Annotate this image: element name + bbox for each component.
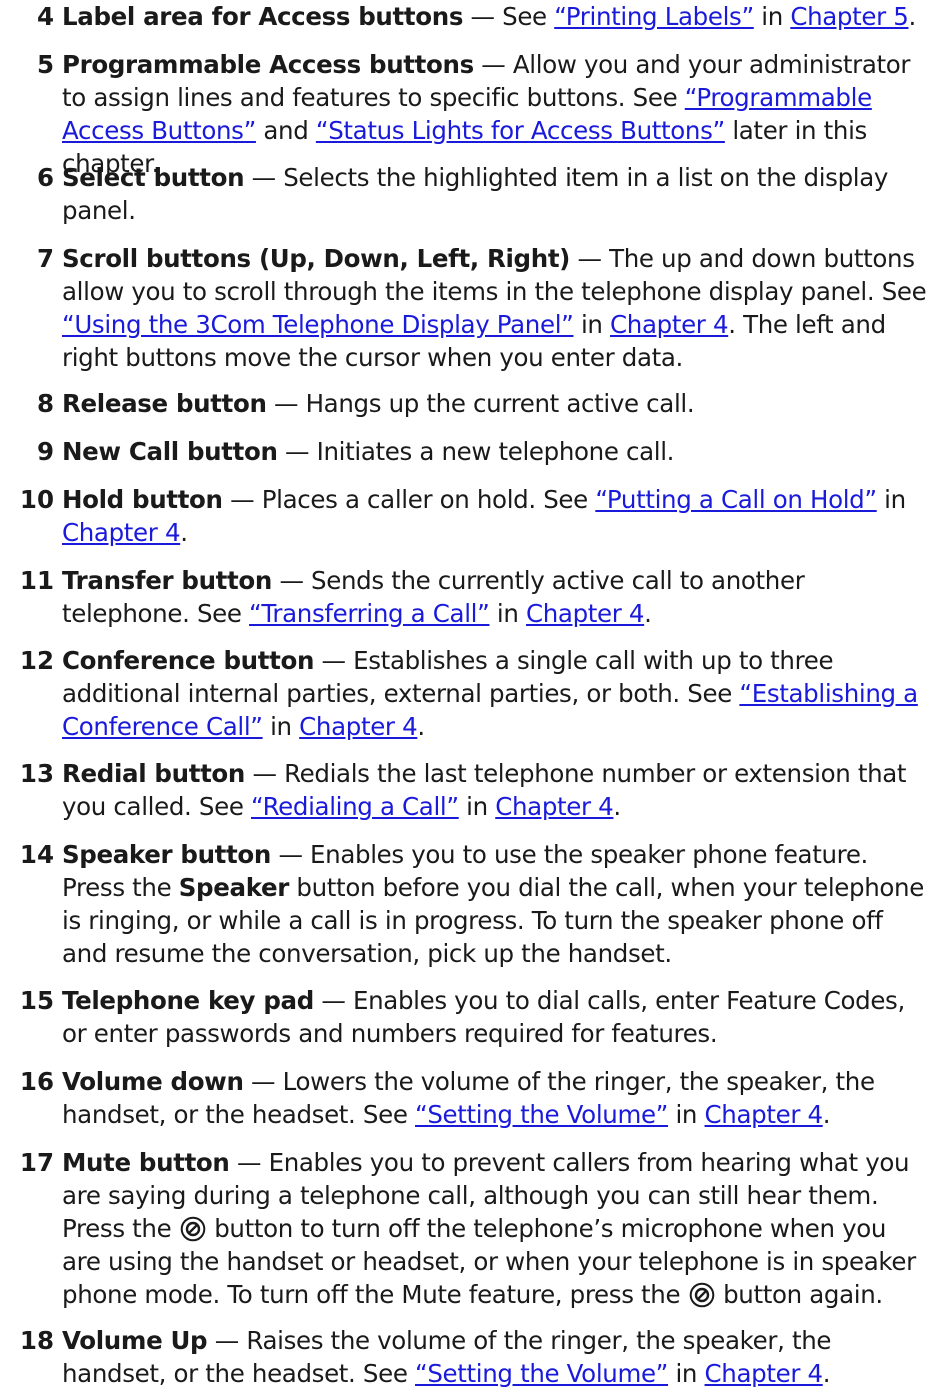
item-text: . xyxy=(644,599,652,628)
link-chapter-4[interactable]: Chapter 4 xyxy=(610,310,729,339)
em-dash: — xyxy=(274,389,299,418)
item-body: Volume Up — Raises the volume of the rin… xyxy=(62,1324,931,1390)
link-transferring-a-call[interactable]: “Transferring a Call” xyxy=(249,599,490,628)
item-number: 18 xyxy=(19,1326,54,1355)
item-text: Places a caller on hold. See xyxy=(261,485,596,514)
em-dash: — xyxy=(278,840,303,869)
em-dash: — xyxy=(279,566,304,595)
item-body: Speaker button — Enables you to use the … xyxy=(62,838,931,970)
em-dash: — xyxy=(481,50,506,79)
em-dash: — xyxy=(230,485,255,514)
item-body: New Call button — Initiates a new teleph… xyxy=(62,435,931,468)
item-body: Mute button — Enables you to prevent cal… xyxy=(62,1146,931,1311)
item-text: in xyxy=(489,599,526,628)
item-body: Transfer button — Sends the currently ac… xyxy=(62,564,931,630)
item-text: in xyxy=(876,485,906,514)
link-chapter-4[interactable]: Chapter 4 xyxy=(495,792,614,821)
item-term: Volume down xyxy=(62,1067,244,1096)
em-dash: — xyxy=(321,986,346,1015)
link-chapter-4[interactable]: Chapter 4 xyxy=(299,712,418,741)
item-text: . xyxy=(417,712,425,741)
manual-page: 4 Label area for Access buttons — See “P… xyxy=(0,0,945,1388)
item-body: Conference button — Establishes a single… xyxy=(62,644,931,743)
item-text: and xyxy=(255,116,316,145)
item-text: in xyxy=(753,2,791,31)
item-text: . xyxy=(908,2,917,31)
em-dash: — xyxy=(252,759,277,788)
item-text: in xyxy=(262,712,300,741)
item-text: button again. xyxy=(715,1280,883,1309)
item-body: Release button — Hangs up the current ac… xyxy=(62,387,931,420)
em-dash: — xyxy=(236,1148,262,1177)
item-text: See xyxy=(502,2,555,31)
link-chapter-5[interactable]: Chapter 5 xyxy=(790,2,909,31)
em-dash: — xyxy=(470,2,496,31)
item-number: 14 xyxy=(19,840,54,869)
item-term: Release button xyxy=(62,389,267,418)
item-term: Hold button xyxy=(62,485,223,514)
item-number: 8 xyxy=(36,389,54,418)
item-number: 11 xyxy=(19,566,54,595)
item-number: 13 xyxy=(19,759,54,788)
item-number: 16 xyxy=(19,1067,54,1096)
item-text: . xyxy=(180,518,188,547)
item-term: Scroll buttons (Up, Down, Left, Right) xyxy=(62,244,571,273)
item-term: Telephone key pad xyxy=(62,986,314,1015)
item-term: Label area for Access buttons xyxy=(62,2,464,31)
link-setting-the-volume[interactable]: “Setting the Volume” xyxy=(415,1100,668,1129)
item-term: Transfer button xyxy=(62,566,272,595)
em-dash: — xyxy=(321,646,347,675)
item-term: Select button xyxy=(62,163,245,192)
link-redialing-a-call[interactable]: “Redialing a Call” xyxy=(251,792,459,821)
item-number: 9 xyxy=(36,437,54,466)
link-chapter-4[interactable]: Chapter 4 xyxy=(526,599,645,628)
item-number: 10 xyxy=(19,485,54,514)
item-body: Redial button — Redials the last telepho… xyxy=(62,757,931,823)
speaker-bold: Speaker xyxy=(178,873,290,902)
item-term: Mute button xyxy=(62,1148,230,1177)
item-term: Programmable Access buttons xyxy=(62,50,474,79)
item-text: in xyxy=(573,310,611,339)
item-text: in xyxy=(668,1100,705,1129)
item-text: Initiates a new telephone call. xyxy=(316,437,675,466)
item-number: 12 xyxy=(19,646,54,675)
em-dash: — xyxy=(214,1326,240,1355)
item-term: Redial button xyxy=(62,759,246,788)
em-dash: — xyxy=(577,244,602,273)
link-printing-labels[interactable]: “Printing Labels” xyxy=(554,2,754,31)
mute-icon xyxy=(688,1281,716,1309)
link-chapter-4[interactable]: Chapter 4 xyxy=(62,518,181,547)
item-body: Volume down — Lowers the volume of the r… xyxy=(62,1065,931,1131)
item-body: Select button — Selects the highlighted … xyxy=(62,161,931,227)
item-body: Hold button — Places a caller on hold. S… xyxy=(62,483,931,549)
item-term: Speaker button xyxy=(62,840,271,869)
mute-icon xyxy=(179,1215,207,1243)
item-term: New Call button xyxy=(62,437,278,466)
link-chapter-4[interactable]: Chapter 4 xyxy=(705,1100,824,1129)
item-body: Telephone key pad — Enables you to dial … xyxy=(62,984,931,1050)
item-text: Hangs up the current active call. xyxy=(305,389,695,418)
item-text: in xyxy=(458,792,496,821)
item-number: 17 xyxy=(19,1148,54,1177)
item-number: 15 xyxy=(19,986,54,1015)
link-status-lights[interactable]: “Status Lights for Access Buttons” xyxy=(316,116,725,145)
em-dash: — xyxy=(251,163,277,192)
item-term: Volume Up xyxy=(62,1326,208,1355)
item-body: Label area for Access buttons — See “Pri… xyxy=(62,0,931,33)
item-text: . xyxy=(822,1100,831,1129)
item-number: 6 xyxy=(36,163,54,192)
link-using-display-panel[interactable]: “Using the 3Com Telephone Display Panel” xyxy=(62,310,574,339)
item-term: Conference button xyxy=(62,646,315,675)
item-text: . xyxy=(613,792,621,821)
link-putting-call-on-hold[interactable]: “Putting a Call on Hold” xyxy=(595,485,877,514)
em-dash: — xyxy=(251,1067,276,1096)
em-dash: — xyxy=(285,437,310,466)
item-number: 5 xyxy=(36,50,54,79)
item-number: 4 xyxy=(36,2,54,31)
item-number: 7 xyxy=(36,244,54,273)
item-body: Scroll buttons (Up, Down, Left, Right) —… xyxy=(62,242,931,374)
